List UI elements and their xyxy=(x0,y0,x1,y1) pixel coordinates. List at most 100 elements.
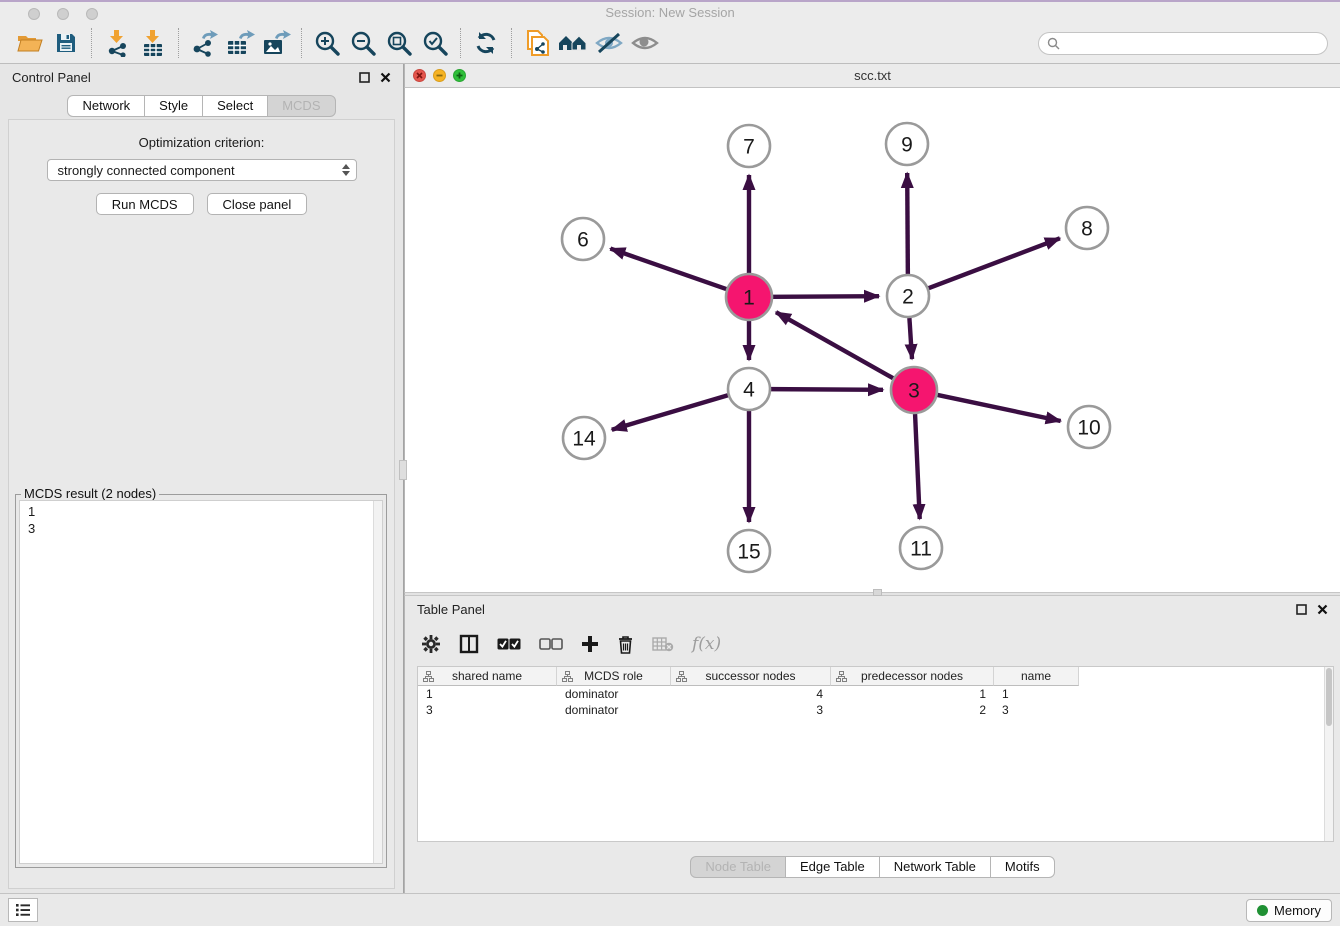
graph-edge-3-10[interactable] xyxy=(937,395,1060,421)
table-cell[interactable]: dominator xyxy=(557,686,671,702)
graph-edge-2-8[interactable] xyxy=(929,238,1060,288)
float-panel-icon[interactable] xyxy=(359,72,370,83)
table-row-1[interactable]: 3dominator323 xyxy=(418,702,1333,718)
tab-select[interactable]: Select xyxy=(202,95,268,117)
create-column-icon[interactable] xyxy=(581,635,599,653)
search-field[interactable] xyxy=(1038,32,1328,55)
graph-edge-3-11[interactable] xyxy=(915,414,920,519)
tab-edge-table[interactable]: Edge Table xyxy=(785,856,880,878)
column-header-shared-name[interactable]: shared name xyxy=(418,667,557,686)
minimize-window-icon[interactable] xyxy=(57,8,69,20)
graph-edge-2-3[interactable] xyxy=(909,318,912,359)
zoom-in-icon[interactable] xyxy=(309,27,345,59)
graph-node-label-9: 9 xyxy=(901,133,913,156)
float-panel-icon[interactable] xyxy=(1296,604,1307,615)
search-input[interactable] xyxy=(1065,36,1327,50)
network-from-selection-icon[interactable] xyxy=(519,27,555,59)
graph-edge-4-3[interactable] xyxy=(771,389,883,390)
network-maximize-icon[interactable] xyxy=(453,69,466,82)
show-columns-icon[interactable] xyxy=(459,634,479,654)
window-controls xyxy=(28,8,98,20)
table-cell[interactable]: 3 xyxy=(671,702,831,718)
graph-edge-2-9[interactable] xyxy=(907,173,908,274)
run-mcds-button[interactable]: Run MCDS xyxy=(96,193,194,215)
hide-selected-icon[interactable] xyxy=(591,27,627,59)
graph-node-label-3: 3 xyxy=(908,379,920,402)
tab-node-table[interactable]: Node Table xyxy=(690,856,786,878)
toolbar-separator xyxy=(91,28,92,58)
first-neighbors-icon[interactable] xyxy=(555,27,591,59)
memory-status-icon xyxy=(1257,905,1268,916)
unselect-all-columns-icon[interactable] xyxy=(539,637,563,651)
control-panel-tabs: NetworkStyleSelectMCDS xyxy=(0,95,403,117)
export-table-icon[interactable] xyxy=(222,27,258,59)
splitter-grip[interactable] xyxy=(873,589,882,596)
import-table-icon[interactable] xyxy=(135,27,171,59)
graph-edge-1-6[interactable] xyxy=(610,249,726,290)
show-all-icon[interactable] xyxy=(627,27,663,59)
column-header-successor-nodes[interactable]: successor nodes xyxy=(671,667,831,686)
save-session-icon[interactable] xyxy=(48,27,84,59)
column-header-name[interactable]: name xyxy=(994,667,1079,686)
header-filler xyxy=(1079,667,1333,686)
table-row-0[interactable]: 1dominator411 xyxy=(418,686,1333,702)
zoom-fit-icon[interactable] xyxy=(381,27,417,59)
close-panel-icon[interactable] xyxy=(380,72,391,83)
tab-network-table[interactable]: Network Table xyxy=(879,856,991,878)
table-cell[interactable]: 4 xyxy=(671,686,831,702)
graph-edge-4-14[interactable] xyxy=(612,395,728,429)
toolbar-separator xyxy=(511,28,512,58)
tab-motifs[interactable]: Motifs xyxy=(990,856,1055,878)
select-all-columns-icon[interactable] xyxy=(497,637,521,651)
tab-mcds[interactable]: MCDS xyxy=(267,95,335,117)
column-label: successor nodes xyxy=(705,669,795,683)
select-stepper-icon xyxy=(342,164,350,176)
zoom-out-icon[interactable] xyxy=(345,27,381,59)
column-header-predecessor-nodes[interactable]: predecessor nodes xyxy=(831,667,994,686)
network-close-icon[interactable] xyxy=(413,69,426,82)
delete-column-icon[interactable] xyxy=(617,635,634,654)
close-panel-button[interactable]: Close panel xyxy=(207,193,308,215)
table-cell[interactable]: dominator xyxy=(557,702,671,718)
open-session-icon[interactable] xyxy=(12,27,48,59)
table-cell[interactable]: 1 xyxy=(418,686,557,702)
close-window-icon[interactable] xyxy=(28,8,40,20)
tab-network[interactable]: Network xyxy=(67,95,145,117)
graph-edge-3-1[interactable] xyxy=(776,312,893,378)
mcds-result-list[interactable]: 1 3 xyxy=(19,500,383,864)
main-toolbar xyxy=(0,23,1340,64)
refresh-icon[interactable] xyxy=(468,27,504,59)
export-network-icon[interactable] xyxy=(186,27,222,59)
network-minimize-icon[interactable] xyxy=(433,69,446,82)
table-scrollbar[interactable] xyxy=(1324,667,1333,841)
memory-button[interactable]: Memory xyxy=(1246,899,1332,922)
table-cell[interactable]: 2 xyxy=(831,702,994,718)
result-scrollbar[interactable] xyxy=(373,501,382,863)
table-tabs: Node TableEdge TableNetwork TableMotifs xyxy=(405,856,1340,878)
graph-edge-1-2[interactable] xyxy=(773,296,879,297)
criterion-value: strongly connected component xyxy=(58,163,235,178)
task-history-button[interactable] xyxy=(8,898,38,922)
table-panel-header: Table Panel xyxy=(405,596,1340,622)
gear-icon[interactable] xyxy=(421,634,441,654)
graph-node-label-8: 8 xyxy=(1081,217,1093,240)
zoom-selected-icon[interactable] xyxy=(417,27,453,59)
criterion-select[interactable]: strongly connected component xyxy=(47,159,357,181)
network-canvas[interactable]: 7968124314101511 xyxy=(404,88,1340,592)
table-cell[interactable]: 3 xyxy=(994,702,1079,718)
node-table[interactable]: shared nameMCDS role successor nodes prede… xyxy=(417,666,1334,842)
table-panel-title: Table Panel xyxy=(417,602,485,617)
import-network-icon[interactable] xyxy=(99,27,135,59)
close-panel-icon[interactable] xyxy=(1317,604,1328,615)
zoom-window-icon[interactable] xyxy=(86,8,98,20)
mcds-result-values: 1 3 xyxy=(20,501,382,539)
graph-node-label-6: 6 xyxy=(577,228,589,251)
export-image-icon[interactable] xyxy=(258,27,294,59)
toolbar-separator xyxy=(301,28,302,58)
splitter-grip[interactable] xyxy=(399,460,407,480)
tab-style[interactable]: Style xyxy=(144,95,203,117)
table-cell[interactable]: 1 xyxy=(994,686,1079,702)
table-cell[interactable]: 1 xyxy=(831,686,994,702)
column-header-mcds-role[interactable]: MCDS role xyxy=(557,667,671,686)
table-cell[interactable]: 3 xyxy=(418,702,557,718)
